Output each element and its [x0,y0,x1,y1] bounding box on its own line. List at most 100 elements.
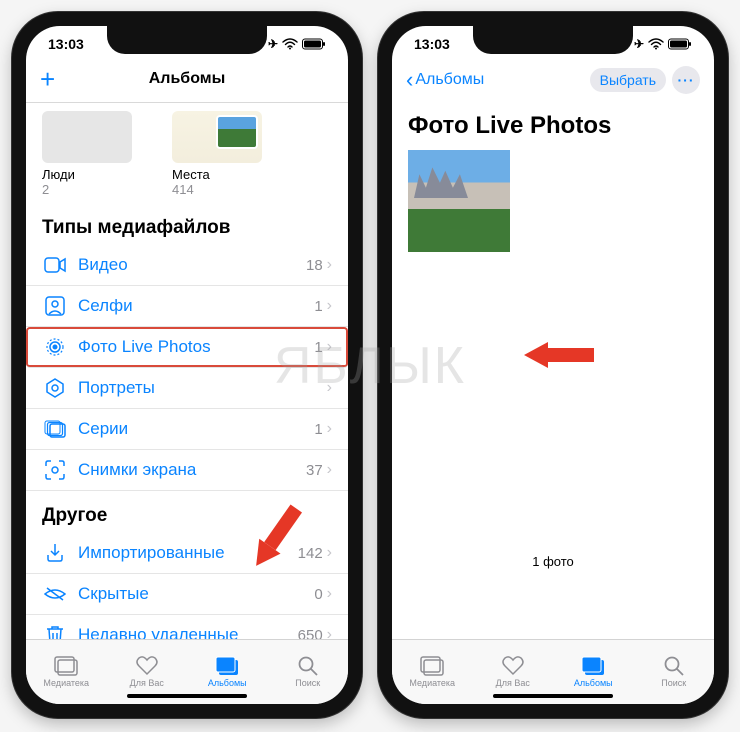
battery-icon [668,38,692,50]
portrait-icon [42,378,68,398]
album-label: Люди [42,167,132,182]
wifi-icon [648,38,664,50]
selfie-icon [42,296,68,316]
row-count: 0 [314,586,322,603]
media-row-selfie[interactable]: Селфи 1 › [26,286,348,327]
add-button[interactable]: + [40,66,55,92]
media-row-bursts[interactable]: Серии 1 › [26,409,348,450]
iphone-right: 13:03 ✈︎ ‹ Альбомы [378,12,728,718]
chevron-right-icon: › [327,338,332,356]
photo-grid[interactable]: 1 фото [392,150,714,639]
status-icons: ✈︎ [268,37,326,51]
albums-icon [581,656,605,676]
media-row-portraits[interactable]: Портреты › [26,368,348,409]
back-button[interactable]: ‹ Альбомы [406,67,484,93]
search-icon [298,656,318,676]
burst-icon [42,420,68,438]
foryou-icon [502,656,524,676]
airplane-icon: ✈︎ [634,37,644,51]
library-icon [420,656,444,676]
album-people[interactable]: Люди 2 [42,111,132,197]
home-indicator[interactable] [127,694,247,698]
chevron-right-icon: › [327,297,332,315]
video-icon [42,257,68,273]
album-places[interactable]: Места 414 [172,111,262,197]
other-row-recently-deleted[interactable]: Недавно удаленные 650 › [26,615,348,639]
nav-bar: ‹ Альбомы Выбрать ··· [392,62,714,104]
tab-label: Медиатека [409,678,455,688]
live-photos-icon [42,337,68,357]
trash-icon [42,625,68,639]
tab-label: Для Вас [496,678,530,688]
row-count: 37 [306,462,323,479]
row-label: Видео [78,255,306,275]
chevron-right-icon: › [327,379,332,397]
notch [473,26,633,54]
chevron-right-icon: › [327,256,332,274]
hidden-icon [42,586,68,602]
more-button[interactable]: ··· [672,66,700,94]
tab-search[interactable]: Поиск [634,640,715,704]
nav-title: Альбомы [100,70,274,88]
home-indicator[interactable] [493,694,613,698]
back-label: Альбомы [415,71,484,89]
row-count: 142 [298,545,323,562]
tab-search[interactable]: Поиск [268,640,349,704]
annotation-arrow [524,342,548,368]
foryou-icon [136,656,158,676]
row-count: 18 [306,257,323,274]
page-title: Фото Live Photos [392,104,714,150]
row-count: 1 [314,339,322,356]
photo-count: 1 фото [392,554,714,569]
row-label: Скрытые [78,584,314,604]
tab-label: Поиск [295,678,320,688]
tab-label: Медиатека [43,678,89,688]
media-row-video[interactable]: Видео 18 › [26,245,348,286]
media-row-screenshots[interactable]: Снимки экрана 37 › [26,450,348,491]
status-time: 13:03 [414,36,450,52]
airplane-icon: ✈︎ [268,37,278,51]
tab-label: Поиск [661,678,686,688]
chevron-right-icon: › [327,544,332,562]
row-label: Серии [78,419,314,439]
row-label: Недавно удаленные [78,625,298,639]
row-label: Фото Live Photos [78,337,314,357]
tab-library[interactable]: Медиатека [392,640,473,704]
chevron-right-icon: › [327,420,332,438]
row-count: 650 [298,627,323,640]
nav-bar: + Альбомы [26,62,348,103]
media-row-live-photos[interactable]: Фото Live Photos 1 › [26,327,348,368]
search-icon [664,656,684,676]
notch [107,26,267,54]
row-count: 1 [314,421,322,438]
tab-library[interactable]: Медиатека [26,640,107,704]
chevron-right-icon: › [327,626,332,639]
people-thumb [42,111,132,163]
photo-thumbnail[interactable] [408,150,510,252]
wifi-icon [282,38,298,50]
albums-icon [215,656,239,676]
screenshot-icon [42,460,68,480]
other-row-hidden[interactable]: Скрытые 0 › [26,574,348,615]
import-icon [42,543,68,563]
iphone-left: 13:03 ✈︎ + Альбомы [12,12,362,718]
album-label: Места [172,167,262,182]
row-label: Снимки экрана [78,460,306,480]
chevron-right-icon: › [327,585,332,603]
albums-scroll[interactable]: Люди 2 Места 414 Типы медиафайлов Видео … [26,103,348,639]
row-label: Портреты [78,378,323,398]
status-icons: ✈︎ [634,37,692,51]
battery-icon [302,38,326,50]
places-thumb [172,111,262,163]
tab-label: Для Вас [130,678,164,688]
album-count: 414 [172,182,262,197]
tab-label: Альбомы [574,678,613,688]
album-count: 2 [42,182,132,197]
chevron-right-icon: › [327,461,332,479]
other-row-imported[interactable]: Импортированные 142 › [26,533,348,574]
section-media-types: Типы медиафайлов [26,203,348,245]
status-time: 13:03 [48,36,84,52]
library-icon [54,656,78,676]
row-count: 1 [314,298,322,315]
select-button[interactable]: Выбрать [590,68,666,92]
